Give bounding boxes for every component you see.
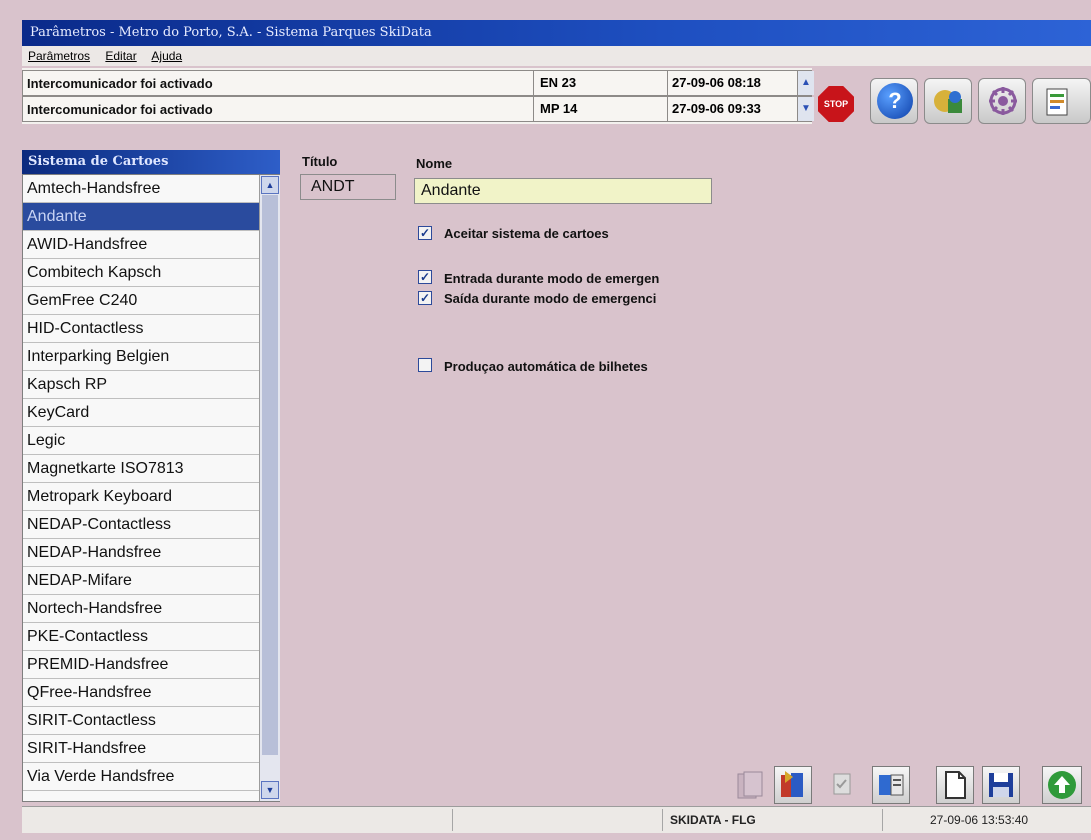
list-item-selected[interactable]: Andante [23, 203, 259, 231]
report-icon [1046, 88, 1068, 116]
status-bar: SKIDATA - FLG 27-09-06 13:53:40 [22, 806, 1091, 833]
card-systems-header: Sistema de Cartoes [22, 150, 280, 174]
list-item[interactable]: NEDAP-Mifare [23, 567, 259, 595]
nome-label: Nome [416, 156, 453, 171]
help-icon: ? [877, 83, 913, 119]
scroll-down-icon[interactable]: ▼ [797, 97, 814, 121]
nome-field[interactable]: Andante [414, 178, 712, 204]
save-icon [989, 773, 1013, 797]
emergency-entry-label: Entrada durante modo de emergen [444, 271, 660, 286]
list-item[interactable]: SIRIT-Handsfree [23, 735, 259, 763]
list-item[interactable]: AWID-Handsfree [23, 231, 259, 259]
alarm-device: MP 14 [533, 97, 667, 121]
status-divider [882, 809, 883, 831]
list-item[interactable]: KeyCard [23, 399, 259, 427]
gear-icon [989, 87, 1017, 115]
book-button[interactable] [872, 766, 910, 804]
emergency-entry-checkbox[interactable]: ✓ [418, 270, 432, 284]
window-title: Parâmetros - Metro do Porto, S.A. - Sist… [22, 20, 1091, 46]
list-item[interactable]: NEDAP-Handsfree [23, 539, 259, 567]
alarm-message: Intercomunicador foi activado [27, 102, 213, 117]
list-item[interactable]: Magnetkarte ISO7813 [23, 455, 259, 483]
list-item[interactable]: Combitech Kapsch [23, 259, 259, 287]
auto-ticket-label: Produçao automática de bilhetes [444, 359, 648, 374]
chevron-down-icon[interactable]: ▼ [261, 781, 279, 799]
list-item[interactable]: Interparking Belgien [23, 343, 259, 371]
menu-parametros[interactable]: Parâmetros [28, 49, 90, 63]
list-item[interactable]: Legic [23, 427, 259, 455]
chevron-up-icon[interactable]: ▲ [261, 176, 279, 194]
accept-cards-label: Aceitar sistema de cartoes [444, 226, 609, 241]
report-button[interactable] [1032, 78, 1091, 124]
scrollbar-thumb[interactable] [262, 195, 278, 755]
save-button[interactable] [982, 766, 1020, 804]
cards-icon [737, 771, 763, 799]
arrow-up-icon [1048, 771, 1076, 799]
list-item[interactable]: GemFree C240 [23, 287, 259, 315]
alarm-row[interactable]: Intercomunicador foi activado MP 14 27-0… [22, 96, 814, 122]
checklist-button[interactable] [824, 766, 862, 804]
stop-button[interactable]: STOP [818, 86, 854, 122]
scroll-up-icon[interactable]: ▲ [797, 71, 814, 95]
alarm-message: Intercomunicador foi activado [27, 76, 213, 91]
money-button[interactable] [924, 78, 972, 124]
list-item[interactable]: QFree-Handsfree [23, 679, 259, 707]
checklist-icon [833, 773, 851, 795]
alarm-list: Intercomunicador foi activado EN 23 27-0… [22, 68, 814, 124]
list-item[interactable]: Amtech-Handsfree [23, 175, 259, 203]
alarm-datetime: 27-09-06 09:33 [667, 97, 797, 121]
list-item[interactable]: Kapsch RP [23, 371, 259, 399]
alarm-device: EN 23 [533, 71, 667, 95]
import-icon [781, 771, 803, 797]
titulo-field[interactable]: ANDT [300, 174, 396, 200]
list-item[interactable]: Metropark Keyboard [23, 483, 259, 511]
list-item[interactable]: NEDAP-Contactless [23, 511, 259, 539]
settings-button[interactable] [978, 78, 1026, 124]
status-system: SKIDATA - FLG [670, 813, 756, 827]
book-icon [879, 774, 904, 796]
money-bag-icon [934, 90, 962, 113]
list-item[interactable]: SIRIT-Contactless [23, 707, 259, 735]
list-item[interactable]: PKE-Contactless [23, 623, 259, 651]
upload-button[interactable] [1042, 766, 1082, 804]
emergency-exit-label: Saída durante modo de emergenci [444, 291, 657, 306]
menu-bar: Parâmetros Editar Ajuda [22, 46, 1091, 66]
list-item[interactable]: Nortech-Handsfree [23, 595, 259, 623]
titulo-label: Título [302, 154, 338, 169]
list-item[interactable]: Via Verde Handsfree [23, 763, 259, 791]
emergency-exit-checkbox[interactable]: ✓ [418, 291, 432, 305]
status-datetime: 27-09-06 13:53:40 [930, 813, 1029, 827]
alarm-row[interactable]: Intercomunicador foi activado EN 23 27-0… [22, 70, 814, 96]
status-divider [452, 809, 453, 831]
new-document-button[interactable] [936, 766, 974, 804]
status-divider [662, 809, 663, 831]
list-item[interactable]: PREMID-Handsfree [23, 651, 259, 679]
auto-ticket-checkbox[interactable] [418, 358, 432, 372]
cards-button[interactable] [732, 766, 770, 804]
accept-cards-checkbox[interactable]: ✓ [418, 226, 432, 240]
import-button[interactable] [774, 766, 812, 804]
help-button[interactable]: ? [870, 78, 918, 124]
menu-editar[interactable]: Editar [105, 49, 136, 63]
new-document-icon [945, 771, 966, 799]
alarm-datetime: 27-09-06 08:18 [667, 71, 797, 95]
list-scrollbar[interactable]: ▲ ▼ [259, 175, 280, 801]
list-item[interactable]: HID-Contactless [23, 315, 259, 343]
menu-ajuda[interactable]: Ajuda [151, 49, 182, 63]
card-systems-list: Amtech-Handsfree Andante AWID-Handsfree … [22, 174, 280, 802]
